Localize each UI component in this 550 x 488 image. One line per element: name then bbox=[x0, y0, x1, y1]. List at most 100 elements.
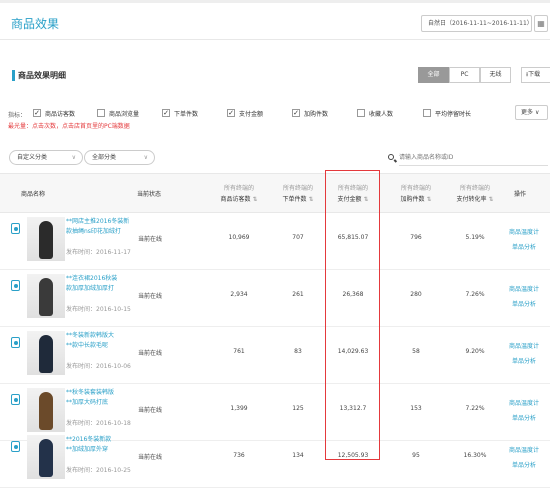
thumb-figure bbox=[39, 335, 53, 373]
cart-cell: 95 bbox=[412, 452, 420, 459]
tab-all[interactable]: 全部 bbox=[418, 67, 449, 83]
metric-staytime[interactable]: 平均停留时长 bbox=[423, 108, 471, 118]
checkbox-unchecked[interactable] bbox=[423, 109, 431, 117]
header-ops: 操作 bbox=[514, 191, 527, 198]
header-payment[interactable]: 所有终端的支付金额 ⇅ bbox=[327, 183, 379, 203]
product-thermometer-link[interactable]: 商品温度计 bbox=[506, 225, 542, 240]
header-visitors-top: 所有终端的 bbox=[223, 185, 254, 192]
all-categories-select[interactable]: 全部分类 ∨ bbox=[84, 150, 155, 165]
orders-cell: 707 bbox=[292, 234, 304, 241]
product-thermometer-link[interactable]: 商品温度计 bbox=[506, 282, 542, 297]
single-analysis-link[interactable]: 单品分析 bbox=[506, 354, 542, 369]
metric-cart[interactable]: ✓ 加购件数 bbox=[292, 108, 328, 118]
sort-icon[interactable]: ⇅ bbox=[252, 196, 257, 203]
page-title: 商品效果 bbox=[11, 17, 60, 31]
publish-time: 发布时间：2016-10-15 bbox=[66, 306, 131, 313]
category-select-value: 自定义分类 bbox=[17, 154, 48, 161]
metric-visitors[interactable]: ✓ 商品访客数 bbox=[33, 108, 75, 118]
header-payment-label: 支付金额 bbox=[337, 196, 362, 203]
cart-cell: 796 bbox=[410, 234, 422, 241]
header-conversion[interactable]: 所有终端的 支付转化率 ⇅ bbox=[446, 183, 504, 203]
product-thumbnail[interactable] bbox=[27, 274, 65, 318]
product-thumbnail[interactable] bbox=[27, 435, 65, 479]
visitors-cell: 1,399 bbox=[230, 405, 248, 412]
tab-pc[interactable]: PC bbox=[449, 67, 480, 83]
download-label: 下载 bbox=[528, 71, 541, 78]
sort-icon[interactable]: ⇅ bbox=[488, 196, 493, 203]
single-analysis-link[interactable]: 单品分析 bbox=[506, 297, 542, 312]
header-orders[interactable]: 所有终端的 下单件数 ⇅ bbox=[270, 183, 326, 203]
header-conversion-label: 支付转化率 bbox=[456, 196, 487, 203]
table-header: 商品名称 当前状态 所有终端的 商品访客数 ⇅ 所有终端的 下单件数 ⇅ 所有终端的… bbox=[0, 173, 550, 213]
download-button[interactable]: ⭳下载 bbox=[521, 67, 550, 83]
conversion-cell: 9.20% bbox=[465, 348, 485, 355]
product-thermometer-link[interactable]: 商品温度计 bbox=[506, 396, 542, 411]
table-row: **冬装新款韩版大 **款中长款毛呢 发布时间：2016-10-06 当前在线 7… bbox=[0, 327, 550, 384]
product-name-line1: **2016冬装新款 bbox=[66, 436, 112, 443]
search-icon[interactable] bbox=[388, 154, 394, 160]
chevron-down-icon: ∨ bbox=[71, 154, 76, 161]
header-payment-top: 所有终端的 bbox=[337, 185, 368, 192]
metric-favorites[interactable]: 收藏人数 bbox=[357, 108, 393, 118]
status-cell: 当前在线 bbox=[138, 407, 163, 414]
product-thermometer-link[interactable]: 商品温度计 bbox=[506, 443, 542, 458]
row-ops: 商品温度计 单品分析 bbox=[506, 339, 542, 369]
status-cell: 当前在线 bbox=[138, 454, 163, 461]
product-name-line1: **网店主推2016冬装新 bbox=[66, 218, 130, 225]
product-thumbnail[interactable] bbox=[27, 388, 65, 432]
single-analysis-link[interactable]: 单品分析 bbox=[506, 411, 542, 426]
header-visitors[interactable]: 所有终端的 商品访客数 ⇅ bbox=[209, 183, 269, 203]
payment-cell: 13,312.7 bbox=[339, 405, 367, 412]
visitors-cell: 2,934 bbox=[230, 291, 248, 298]
payment-cell: 12,505.93 bbox=[337, 452, 369, 459]
visitors-cell: 736 bbox=[233, 452, 245, 459]
product-thumbnail[interactable] bbox=[27, 217, 65, 261]
tab-wireless[interactable]: 无线 bbox=[480, 67, 511, 83]
product-name-line1: **秋冬装套装韩版 bbox=[66, 389, 115, 396]
header-cart-label: 加购件数 bbox=[400, 196, 425, 203]
table-row: **2016冬装新款 **加绒加厚外穿 发布时间：2016-10-25 当前在线 … bbox=[0, 431, 550, 488]
conversion-cell: 7.22% bbox=[465, 405, 485, 412]
single-analysis-link[interactable]: 单品分析 bbox=[506, 240, 542, 255]
metric-label: 下单件数 bbox=[174, 110, 199, 118]
product-name-line1: **连衣裙2016秋装 bbox=[66, 275, 118, 282]
payment-cell: 26,368 bbox=[342, 291, 364, 298]
metric-pageviews[interactable]: 商品浏览量 bbox=[97, 108, 139, 118]
publish-time: 发布时间：2016-11-17 bbox=[66, 249, 131, 256]
header-product-name: 商品名称 bbox=[21, 191, 46, 198]
thumb-figure bbox=[39, 439, 53, 477]
sort-icon[interactable]: ⇅ bbox=[426, 196, 431, 203]
more-metrics-button[interactable]: 更多 ∨ bbox=[515, 105, 548, 120]
metric-label: 加购件数 bbox=[304, 110, 329, 118]
checkbox-checked[interactable]: ✓ bbox=[33, 109, 41, 117]
single-analysis-link[interactable]: 单品分析 bbox=[506, 458, 542, 473]
orders-cell: 261 bbox=[292, 291, 304, 298]
product-thumbnail[interactable] bbox=[27, 331, 65, 375]
sort-icon[interactable]: ⇅ bbox=[308, 196, 313, 203]
checkbox-checked[interactable]: ✓ bbox=[292, 109, 300, 117]
metric-orders[interactable]: ✓ 下单件数 bbox=[162, 108, 198, 118]
search-input[interactable] bbox=[399, 150, 548, 166]
checkbox-checked[interactable]: ✓ bbox=[162, 109, 170, 117]
product-name-line1: **冬装新款韩版大 bbox=[66, 332, 115, 339]
table-row: **连衣裙2016秋装 款加厚加绒加厚打 发布时间：2016-10-15 当前在线… bbox=[0, 270, 550, 327]
product-thermometer-link[interactable]: 商品温度计 bbox=[506, 339, 542, 354]
row-ops: 商品温度计 单品分析 bbox=[506, 443, 542, 473]
header-cart[interactable]: 所有终端的加购件数 ⇅ bbox=[387, 183, 445, 203]
sort-icon[interactable]: ⇅ bbox=[363, 196, 368, 203]
checkbox-unchecked[interactable] bbox=[97, 109, 105, 117]
category-select[interactable]: 自定义分类 ∨ bbox=[9, 150, 83, 165]
row-ops: 商品温度计 单品分析 bbox=[506, 396, 542, 426]
cart-cell: 153 bbox=[410, 405, 422, 412]
checkbox-checked[interactable]: ✓ bbox=[227, 109, 235, 117]
metric-payment[interactable]: ✓ 支付金额 bbox=[227, 108, 263, 118]
metric-label: 商品访客数 bbox=[45, 110, 76, 118]
calendar-icon[interactable]: ▦ bbox=[534, 15, 548, 32]
product-icon bbox=[11, 394, 20, 405]
header-cart-top: 所有终端的 bbox=[400, 185, 431, 192]
header-status: 当前状态 bbox=[137, 191, 162, 198]
date-range-select[interactable]: 自然日（2016-11-11~2016-11-11） bbox=[421, 15, 532, 32]
visitors-cell: 10,969 bbox=[228, 234, 250, 241]
checkbox-unchecked[interactable] bbox=[357, 109, 365, 117]
metric-label: 商品浏览量 bbox=[109, 110, 140, 118]
